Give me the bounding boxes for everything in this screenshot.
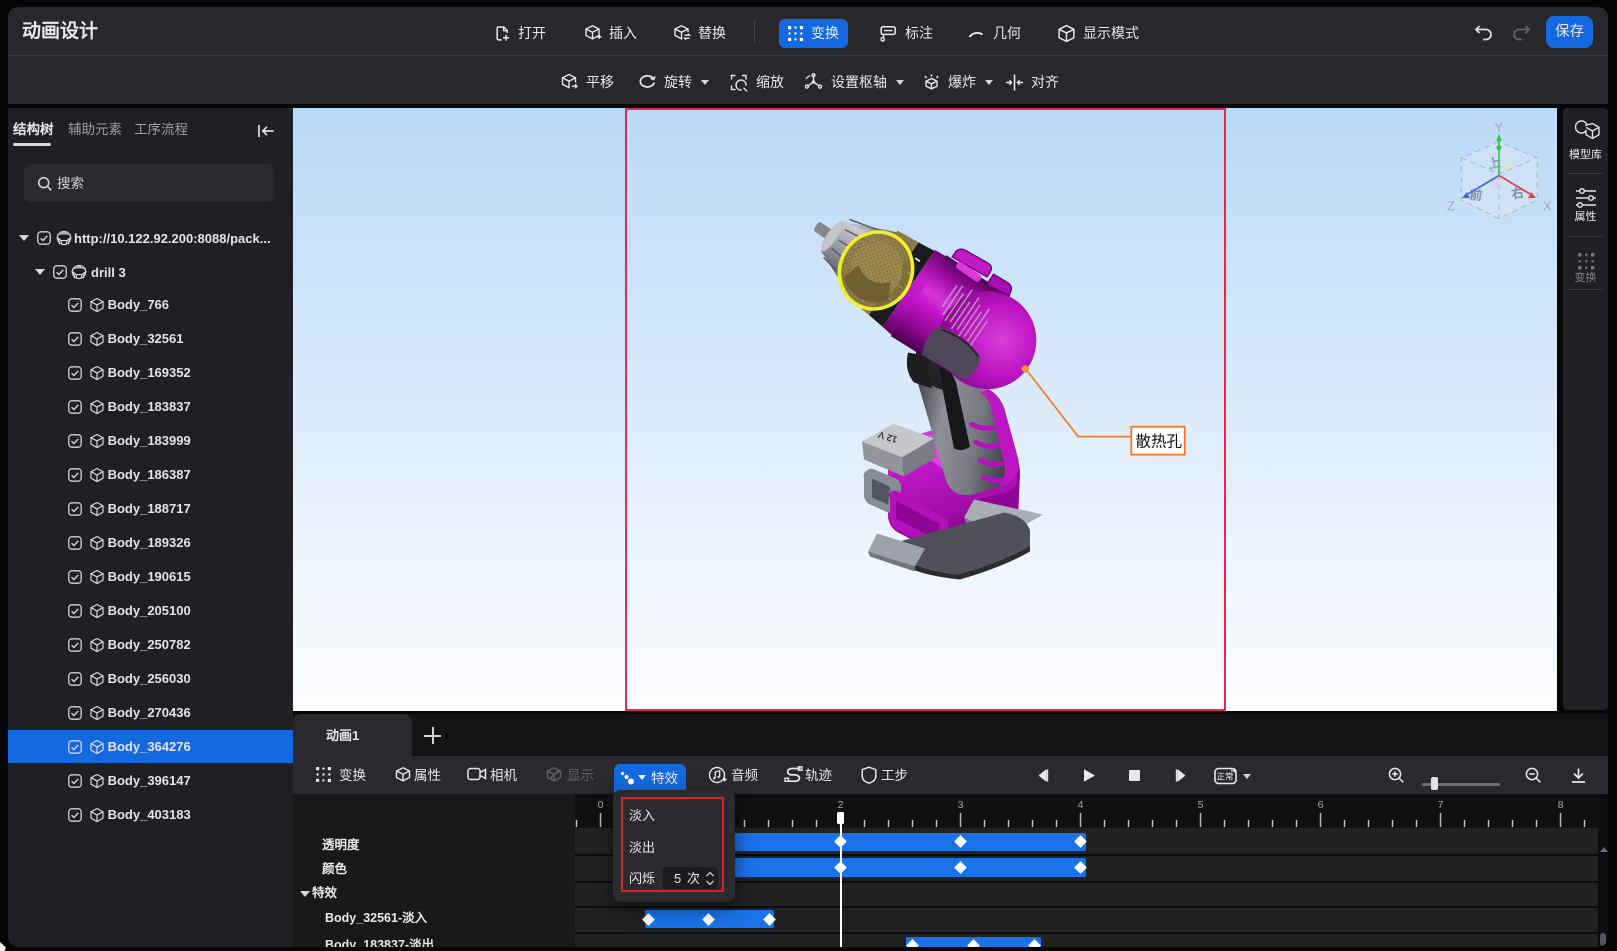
svg-text:4: 4 (1078, 799, 1084, 811)
svg-text:正常: 正常 (1216, 772, 1233, 782)
svg-text:6: 6 (1318, 799, 1324, 811)
svg-text:0: 0 (598, 799, 604, 811)
svg-text:X: X (1543, 199, 1552, 213)
svg-text:8: 8 (1558, 799, 1564, 811)
svg-text:Y: Y (1495, 120, 1504, 134)
svg-text:5: 5 (1198, 799, 1204, 811)
svg-text:右: 右 (1509, 184, 1524, 201)
svg-text:2: 2 (838, 799, 844, 811)
svg-text:3: 3 (958, 799, 964, 811)
svg-text:散热孔: 散热孔 (1136, 432, 1183, 450)
svg-text:7: 7 (1438, 799, 1444, 811)
svg-text:Z: Z (1447, 199, 1455, 213)
